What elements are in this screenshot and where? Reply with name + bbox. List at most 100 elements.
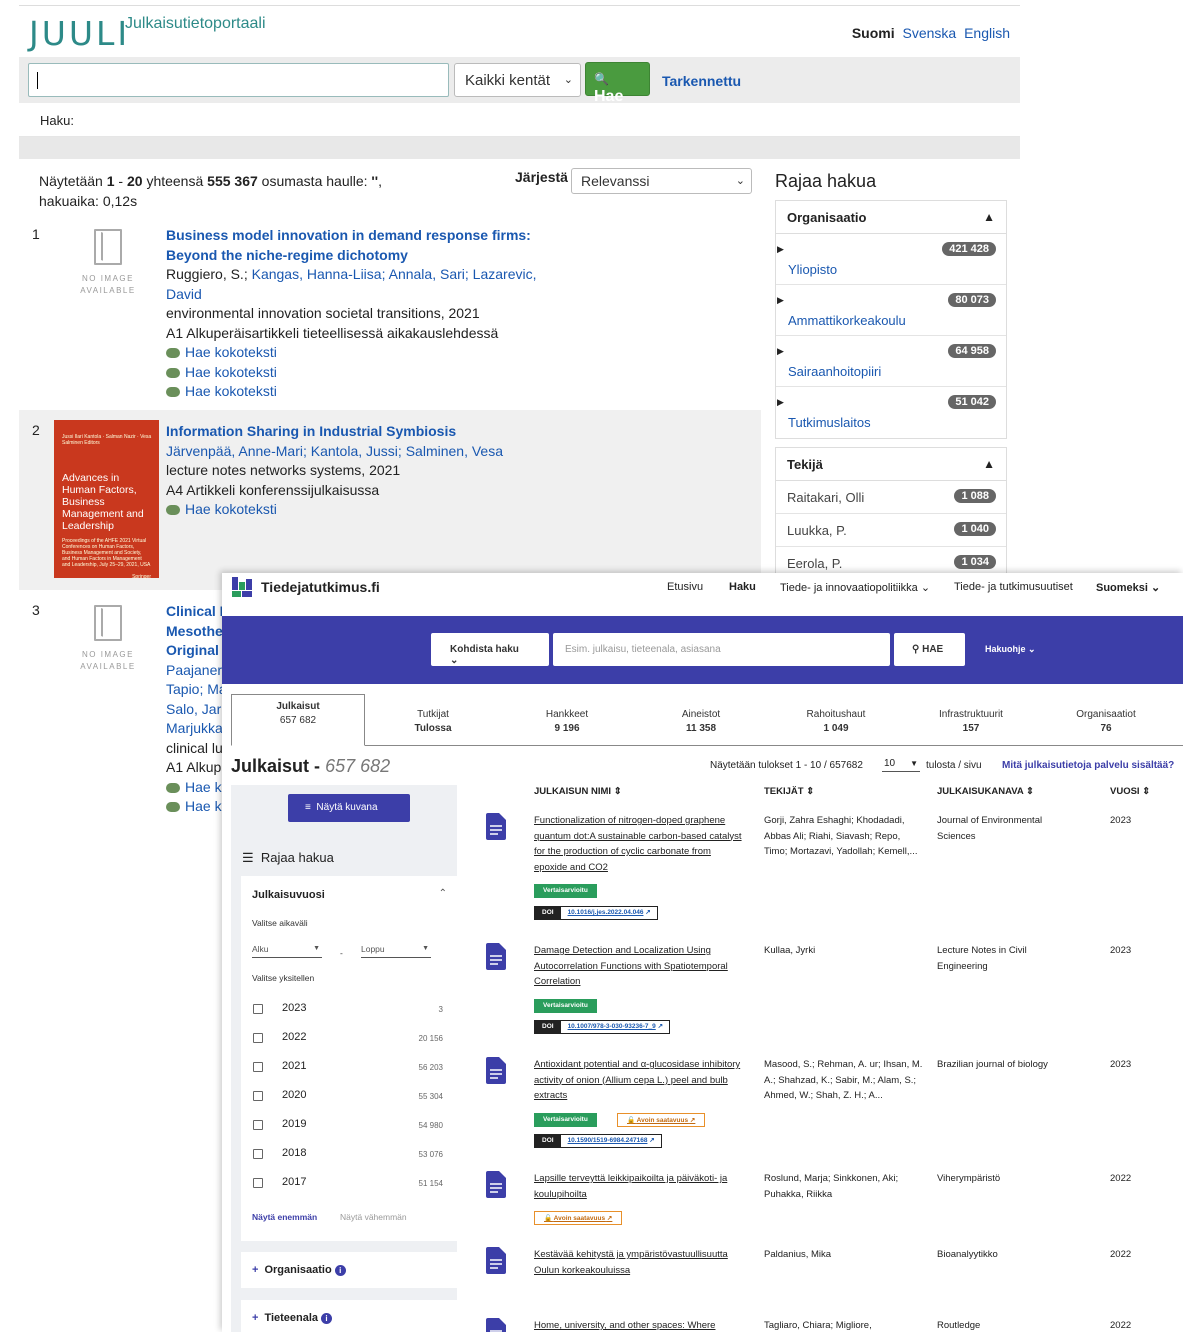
tab-organisaatiot[interactable]: Organisaatiot 76: [1039, 694, 1173, 746]
checkbox[interactable]: [253, 1033, 263, 1043]
expand-arrow-icon[interactable]: ▶: [777, 397, 784, 408]
expand-arrow-icon[interactable]: ▶: [777, 244, 784, 255]
publication-title-link[interactable]: Functionalization of nitrogen-doped grap…: [534, 813, 744, 875]
tab-hankkeet[interactable]: Hankkeet 9 196: [500, 694, 634, 746]
field-select[interactable]: Kaikki kentät ⌄: [454, 63, 581, 97]
year-end-select[interactable]: Loppu ▼: [361, 944, 431, 958]
record-author-link[interactable]: Kantola, Jussi;: [311, 443, 402, 459]
checkbox[interactable]: [253, 1178, 263, 1188]
facet-item[interactable]: Luukka, P. 1 040: [776, 514, 1006, 547]
column-header-title[interactable]: JULKAISUN NIMI ⇕: [534, 786, 622, 797]
fulltext-link[interactable]: Hae kokoteksti: [166, 364, 277, 380]
record-author-link[interactable]: Tapio; Ma: [166, 681, 227, 697]
nav-uutiset[interactable]: Tiede- ja tutkimusuutiset: [954, 581, 1073, 593]
record-author-link[interactable]: Paajaner: [166, 662, 222, 678]
doi-link[interactable]: DOI 10.1016/j.jes.2022.04.046 ↗: [534, 906, 658, 920]
column-header-channel[interactable]: JULKAISUKANAVA ⇕: [937, 786, 1034, 797]
facet-name[interactable]: Yliopisto: [788, 262, 837, 277]
publication-title-link[interactable]: Lapsille terveyttä leikkipaikoilta ja pä…: [534, 1171, 744, 1202]
facet-tieteenala-toggle[interactable]: + Tieteenala i: [241, 1300, 457, 1332]
nav-politiikka[interactable]: Tiede- ja innovaatiopolitiikka ⌄: [780, 581, 930, 594]
publication-title-link[interactable]: Damage Detection and Localization Using …: [534, 943, 744, 990]
expand-arrow-icon[interactable]: ▶: [777, 295, 784, 306]
record-author-link[interactable]: Annala, Sari;: [389, 266, 469, 282]
tab-rahoitushaut[interactable]: Rahoitushaut 1 049: [769, 694, 903, 746]
lang-svenska[interactable]: Svenska: [902, 25, 956, 41]
info-icon[interactable]: i: [321, 1313, 333, 1324]
juuli-logo[interactable]: JUULI: [29, 14, 130, 53]
fulltext-link[interactable]: Hae kokoteksti: [166, 501, 277, 517]
year-option[interactable]: 2021 56 203: [253, 1059, 443, 1075]
fulltext-link[interactable]: Hae kokoteksti: [166, 344, 277, 360]
language-select[interactable]: Suomeksi ⌄: [1096, 581, 1160, 594]
record-author-link[interactable]: Marjukka: [166, 720, 223, 736]
open-access-badge[interactable]: 🔓 Avoin saatavuus ↗: [617, 1113, 706, 1127]
record-title[interactable]: Mesothe: [166, 623, 223, 639]
year-option[interactable]: 2019 54 980: [253, 1117, 443, 1133]
year-option[interactable]: 2022 20 156: [253, 1030, 443, 1046]
lang-english[interactable]: English: [964, 25, 1010, 41]
facet-item[interactable]: ▶ 80 073 Ammattikorkeakoulu: [776, 285, 1006, 336]
search-button[interactable]: ⚲ HAE: [894, 633, 965, 666]
search-scope-dropdown[interactable]: Kohdista haku ⌄: [431, 633, 549, 666]
doi-link[interactable]: DOI 10.1007/978-3-030-93236-7_9 ↗: [534, 1020, 671, 1034]
year-option[interactable]: 2020 55 304: [253, 1088, 443, 1104]
year-start-select[interactable]: Alku ▼: [252, 944, 322, 958]
info-icon[interactable]: i: [334, 1265, 346, 1276]
checkbox[interactable]: [253, 1004, 263, 1014]
record-title[interactable]: Business model innovation in demand resp…: [166, 227, 531, 263]
tab-aineistot[interactable]: Aineistot 11 358: [634, 694, 768, 746]
show-more-link[interactable]: Näytä enemmän: [252, 1212, 317, 1222]
facet-name[interactable]: Ammattikorkeakoulu: [788, 313, 906, 328]
fulltext-link[interactable]: Hae kokoteksti: [166, 383, 277, 399]
fulltext-link[interactable]: Hae k: [166, 779, 222, 795]
advanced-search-link[interactable]: Tarkennettu: [662, 73, 741, 89]
publication-title-link[interactable]: Antioxidant potential and α-glucosidase …: [534, 1057, 744, 1104]
column-header-authors[interactable]: TEKIJÄT ⇕: [764, 786, 814, 797]
record-title[interactable]: Information Sharing in Industrial Symbio…: [166, 423, 456, 439]
expand-arrow-icon[interactable]: ▶: [777, 346, 784, 357]
record-author-link[interactable]: Salo, Jari: [166, 701, 224, 717]
facet-name[interactable]: Tutkimuslaitos: [788, 415, 871, 430]
facet-name[interactable]: Sairaanhoitopiiri: [788, 364, 881, 379]
column-header-year[interactable]: VUOSI ⇕: [1110, 786, 1150, 797]
tiedejatutkimus-logo-icon[interactable]: [232, 577, 252, 597]
facet-organisaatio-toggle[interactable]: + Organisaatio i: [241, 1252, 457, 1288]
tab-tutkijat[interactable]: Tutkijat Tulossa: [366, 694, 500, 746]
show-chart-button[interactable]: ≡ Näytä kuvana: [288, 794, 410, 822]
publication-title-link[interactable]: Home, university, and other spaces: Wher…: [534, 1318, 744, 1332]
search-input[interactable]: Esim. julkaisu, tieteenala, asiasana: [553, 633, 890, 666]
tab-infrastruktuurit[interactable]: Infrastruktuurit 157: [904, 694, 1038, 746]
facet-item[interactable]: ▶ 51 042 Tutkimuslaitos: [776, 387, 1006, 438]
record-author-link[interactable]: Salminen, Vesa: [406, 443, 503, 459]
open-access-badge[interactable]: 🔓 Avoin saatavuus ↗: [534, 1211, 623, 1225]
year-option[interactable]: 2018 53 076: [253, 1146, 443, 1162]
per-page-select[interactable]: 10 ▼: [882, 757, 920, 772]
facet-header[interactable]: Tekijä ▲: [776, 448, 1006, 481]
facet-title[interactable]: Julkaisuvuosi: [252, 889, 325, 901]
sort-select[interactable]: Relevanssi ⌄: [571, 168, 752, 194]
checkbox[interactable]: [253, 1120, 263, 1130]
facet-item[interactable]: Raitakari, Olli 1 088: [776, 481, 1006, 514]
facet-item[interactable]: ▶ 421 428 Yliopisto: [776, 234, 1006, 285]
checkbox[interactable]: [253, 1149, 263, 1159]
checkbox[interactable]: [253, 1062, 263, 1072]
record-title[interactable]: Original: [166, 642, 219, 658]
search-help-dropdown[interactable]: Hakuohje ⌄: [985, 644, 1036, 655]
facet-header[interactable]: Organisaatio ▲: [776, 201, 1006, 234]
checkbox[interactable]: [253, 1091, 263, 1101]
show-less-link[interactable]: Näytä vähemmän: [340, 1212, 407, 1222]
content-info-link[interactable]: Mitä julkaisutietoja palvelu sisältää?: [1002, 760, 1174, 771]
chevron-up-icon[interactable]: ⌃: [439, 888, 447, 899]
doi-link[interactable]: DOI 10.1590/1519-6984.247168 ↗: [534, 1134, 662, 1148]
nav-etusivu[interactable]: Etusivu: [667, 581, 703, 593]
facet-item[interactable]: ▶ 64 958 Sairaanhoitopiiri: [776, 336, 1006, 387]
book-cover-image[interactable]: Jussi Ilari Kantola · Salman Nazir · Ves…: [54, 420, 159, 580]
brand-name[interactable]: Tiedejatutkimus.fi: [261, 579, 380, 595]
fulltext-link[interactable]: Hae k: [166, 798, 222, 814]
record-author-link[interactable]: Järvenpää, Anne-Mari;: [166, 443, 307, 459]
search-button[interactable]: 🔍 Hae: [585, 62, 650, 105]
record-author-link[interactable]: Kangas, Hanna-Liisa;: [252, 266, 386, 282]
nav-haku[interactable]: Haku: [729, 581, 756, 593]
year-option[interactable]: 2017 51 154: [253, 1175, 443, 1191]
